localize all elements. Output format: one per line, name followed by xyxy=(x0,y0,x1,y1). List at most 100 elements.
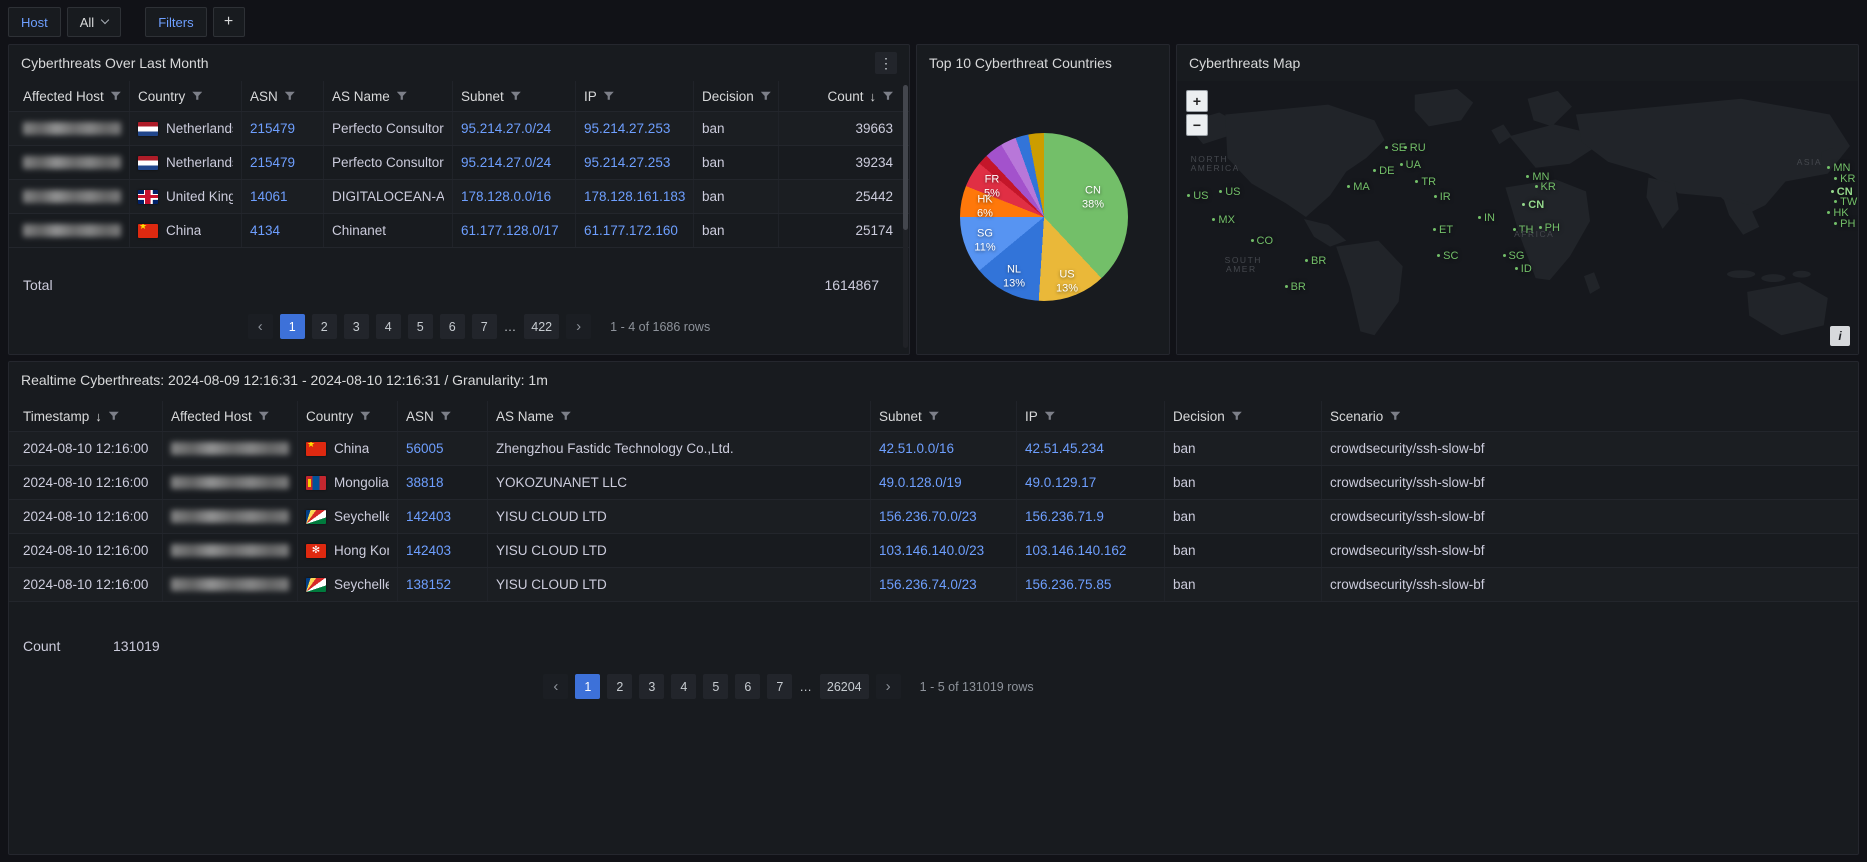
asn-link[interactable]: 4134 xyxy=(250,223,280,238)
filter-icon[interactable] xyxy=(929,411,939,421)
page-button[interactable]: 6 xyxy=(440,314,465,339)
page-button[interactable]: 2 xyxy=(312,314,337,339)
next-page-button[interactable]: › xyxy=(876,674,901,699)
ip-link[interactable]: 61.177.172.160 xyxy=(584,223,678,238)
country-name: Hong Kong xyxy=(334,543,389,558)
count-cell: 39663 xyxy=(855,121,893,136)
filter-icon[interactable] xyxy=(192,91,202,101)
subnet-link[interactable]: 49.0.128.0/19 xyxy=(879,475,962,490)
total-value: 1614867 xyxy=(824,277,909,293)
blurred-host xyxy=(23,190,121,203)
ip-link[interactable]: 178.128.161.183 xyxy=(584,189,685,204)
page-button[interactable]: 7 xyxy=(472,314,497,339)
subnet-link[interactable]: 156.236.74.0/23 xyxy=(879,577,977,592)
filter-icon[interactable] xyxy=(1390,411,1400,421)
page-button[interactable]: 5 xyxy=(703,674,728,699)
ip-link[interactable]: 95.214.27.253 xyxy=(584,121,670,136)
page-button[interactable]: 1 xyxy=(280,314,305,339)
page-button[interactable]: 7 xyxy=(767,674,792,699)
filter-icon[interactable] xyxy=(109,411,119,421)
column-label: IP xyxy=(1025,409,1038,424)
subnet-link[interactable]: 95.214.27.0/24 xyxy=(461,121,551,136)
page-button[interactable]: 3 xyxy=(344,314,369,339)
map-country-label: PH xyxy=(1834,218,1855,230)
asn-link[interactable]: 142403 xyxy=(406,509,451,524)
page-button[interactable]: 1 xyxy=(575,674,600,699)
asn-link[interactable]: 14061 xyxy=(250,189,288,204)
filter-icon[interactable] xyxy=(511,91,521,101)
filter-icon[interactable] xyxy=(883,91,893,101)
host-variable-dropdown[interactable]: All xyxy=(67,7,121,37)
sort-desc-icon[interactable]: ↓ xyxy=(870,89,877,104)
ip-link[interactable]: 95.214.27.253 xyxy=(584,155,670,170)
ip-link[interactable]: 42.51.45.234 xyxy=(1025,441,1104,456)
world-map[interactable]: USUSMXCOBRBRSERUDEUAMATRIRETSCINCNMNKRTH… xyxy=(1177,81,1858,354)
filter-icon[interactable] xyxy=(604,91,614,101)
pagination-ellipsis: … xyxy=(799,680,813,694)
filter-icon[interactable] xyxy=(1045,411,1055,421)
page-button[interactable]: 2 xyxy=(607,674,632,699)
country-name: China xyxy=(334,441,369,456)
scrollbar-thumb[interactable] xyxy=(903,85,908,230)
panel-title: Cyberthreats Over Last Month xyxy=(21,55,209,71)
column-label: Count xyxy=(827,89,863,104)
prev-page-button[interactable]: ‹ xyxy=(248,314,273,339)
asn-link[interactable]: 138152 xyxy=(406,577,451,592)
asn-link[interactable]: 142403 xyxy=(406,543,451,558)
panel-title: Realtime Cyberthreats: 2024-08-09 12:16:… xyxy=(21,372,548,388)
as-name: Chinanet xyxy=(332,223,386,238)
filter-icon[interactable] xyxy=(397,91,407,101)
ip-link[interactable]: 49.0.129.17 xyxy=(1025,475,1096,490)
subnet-link[interactable]: 178.128.0.0/16 xyxy=(461,189,551,204)
ip-link[interactable]: 156.236.75.85 xyxy=(1025,577,1111,592)
decision-value: ban xyxy=(1173,543,1196,558)
map-attribution-button[interactable]: i xyxy=(1830,326,1850,346)
map-country-label: MX xyxy=(1212,214,1235,226)
subnet-link[interactable]: 42.51.0.0/16 xyxy=(879,441,954,456)
add-filter-button[interactable]: + xyxy=(213,7,245,37)
subnet-link[interactable]: 156.236.70.0/23 xyxy=(879,509,977,524)
subnet-link[interactable]: 95.214.27.0/24 xyxy=(461,155,551,170)
filter-icon[interactable] xyxy=(285,91,295,101)
map-country-label: MA xyxy=(1347,181,1370,193)
asn-link[interactable]: 215479 xyxy=(250,155,295,170)
subnet-link[interactable]: 103.146.140.0/23 xyxy=(879,543,984,558)
map-country-label: SC xyxy=(1437,250,1458,262)
asn-link[interactable]: 215479 xyxy=(250,121,295,136)
table-row: United Kingdom 14061 DIGITALOCEAN-ASN 17… xyxy=(9,180,909,214)
filter-icon[interactable] xyxy=(761,91,771,101)
subnet-link[interactable]: 61.177.128.0/17 xyxy=(461,223,559,238)
sort-desc-icon[interactable]: ↓ xyxy=(95,409,102,424)
country-flag-icon xyxy=(306,578,326,592)
blurred-host xyxy=(171,476,289,489)
asn-link[interactable]: 38818 xyxy=(406,475,444,490)
asn-link[interactable]: 56005 xyxy=(406,441,444,456)
pie-slice-label: US13% xyxy=(1056,268,1078,297)
zoom-in-button[interactable]: + xyxy=(1186,90,1208,112)
country-name: Netherlands xyxy=(166,121,233,136)
page-button[interactable]: 3 xyxy=(639,674,664,699)
variables-bar: Host All Filters + xyxy=(8,6,245,38)
filter-icon[interactable] xyxy=(441,411,451,421)
filter-icon[interactable] xyxy=(1232,411,1242,421)
ip-link[interactable]: 156.236.71.9 xyxy=(1025,509,1104,524)
column-label: Country xyxy=(306,409,353,424)
prev-page-button[interactable]: ‹ xyxy=(543,674,568,699)
zoom-out-button[interactable]: − xyxy=(1186,114,1208,136)
blurred-host xyxy=(171,578,289,591)
last-page-button[interactable]: 26204 xyxy=(820,674,869,699)
blurred-host xyxy=(23,224,121,237)
filter-icon[interactable] xyxy=(360,411,370,421)
filter-icon[interactable] xyxy=(561,411,571,421)
page-button[interactable]: 4 xyxy=(376,314,401,339)
page-button[interactable]: 6 xyxy=(735,674,760,699)
page-button[interactable]: 5 xyxy=(408,314,433,339)
ip-link[interactable]: 103.146.140.162 xyxy=(1025,543,1126,558)
country-name: Mongolia xyxy=(334,475,389,490)
next-page-button[interactable]: › xyxy=(566,314,591,339)
page-button[interactable]: 4 xyxy=(671,674,696,699)
last-page-button[interactable]: 422 xyxy=(524,314,559,339)
filter-icon[interactable] xyxy=(259,411,269,421)
panel-menu-button[interactable]: ⋮ xyxy=(875,52,897,74)
filter-icon[interactable] xyxy=(111,91,121,101)
